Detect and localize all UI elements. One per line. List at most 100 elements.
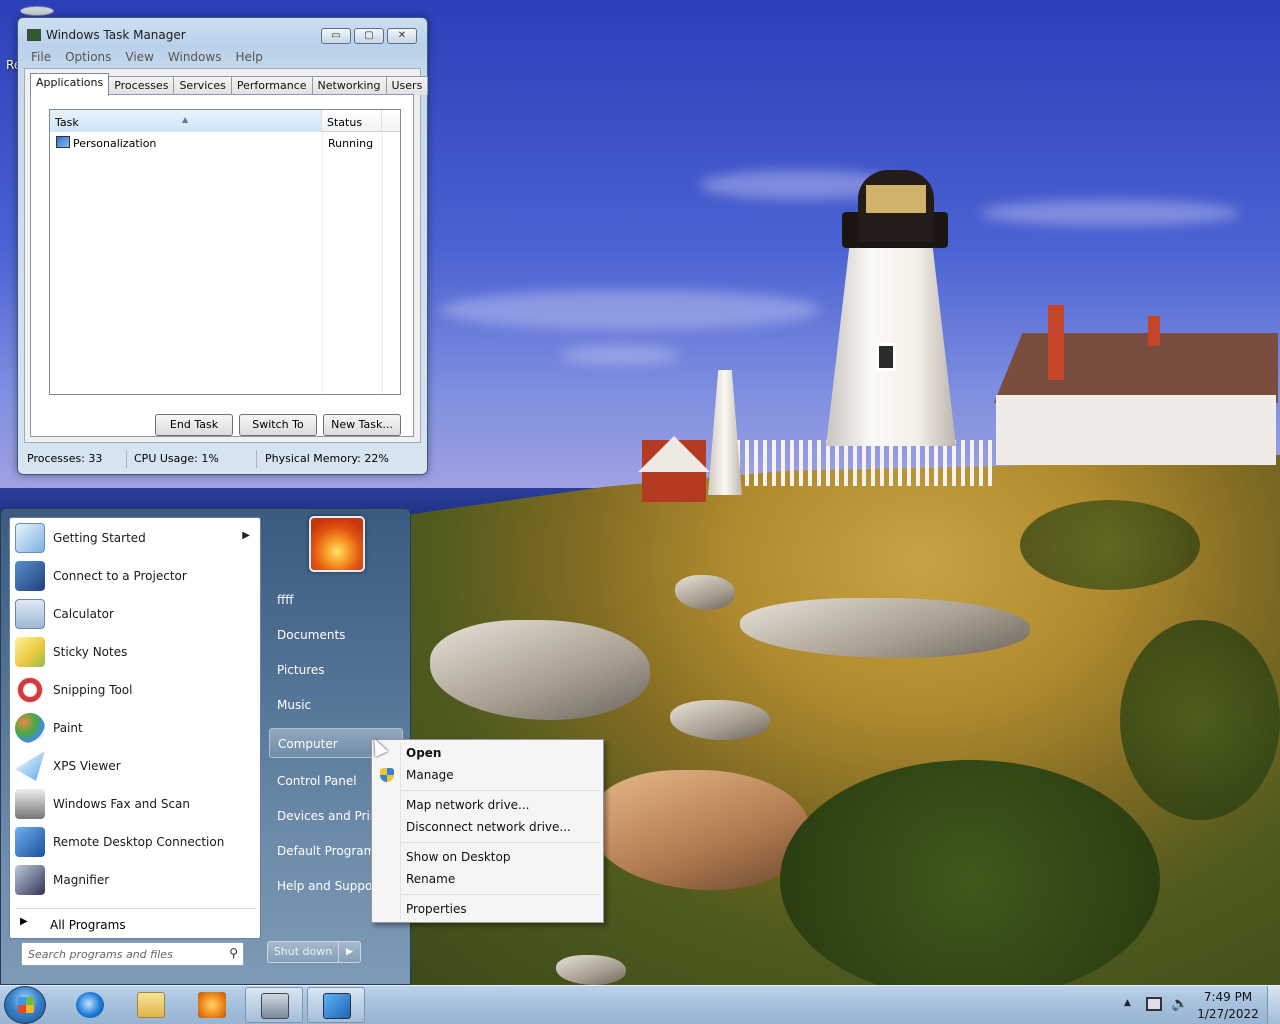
lighthouse-glass	[866, 185, 926, 213]
personalization-icon	[56, 136, 70, 148]
taskbar-task-manager[interactable]	[245, 987, 303, 1023]
menu-help[interactable]: Help	[228, 47, 269, 67]
column-header-task[interactable]: ▲ Task	[50, 110, 322, 132]
menu-item-open[interactable]: Open	[374, 742, 601, 764]
link-documents[interactable]: Documents	[269, 620, 403, 650]
table-row[interactable]: Personalization Running	[50, 134, 400, 152]
task-manager-window[interactable]: Windows Task Manager ▭ ▢ ✕ File Options …	[17, 17, 429, 475]
menu-item-map-drive[interactable]: Map network drive...	[374, 794, 601, 816]
house-chimney	[1148, 316, 1160, 346]
all-programs-button[interactable]: ▶ All Programs	[14, 912, 258, 936]
program-label: Sticky Notes	[53, 645, 128, 659]
tab-processes[interactable]: Processes	[108, 76, 175, 95]
menu-windows[interactable]: Windows	[161, 47, 229, 67]
tab-applications[interactable]: Applications	[30, 73, 110, 96]
internet-explorer-icon	[76, 992, 104, 1018]
status-bar: Processes: 33 CPU Usage: 1% Physical Mem…	[24, 448, 421, 470]
program-label: Paint	[53, 721, 83, 735]
task-status: Running	[328, 137, 374, 150]
tab-services[interactable]: Services	[173, 76, 232, 95]
taskbar-personalization[interactable]	[307, 987, 365, 1023]
task-list[interactable]: ▲ Task Status Personalization Running	[49, 109, 401, 395]
network-icon[interactable]	[1146, 997, 1162, 1011]
search-input[interactable]	[28, 946, 218, 962]
status-processes: Processes: 33	[27, 452, 103, 465]
start-button[interactable]	[4, 986, 46, 1024]
program-remote-desktop[interactable]: Remote Desktop Connection	[12, 824, 258, 860]
all-programs-label: All Programs	[50, 918, 126, 932]
tab-performance[interactable]: Performance	[230, 76, 313, 95]
close-button[interactable]: ✕	[387, 28, 417, 44]
task-manager-icon	[27, 29, 41, 41]
status-separator	[256, 450, 257, 468]
tab-networking[interactable]: Networking	[311, 76, 387, 95]
menu-item-manage[interactable]: Manage	[374, 764, 601, 786]
white-fence	[736, 440, 996, 486]
program-label: Snipping Tool	[53, 683, 133, 697]
program-sticky-notes[interactable]: Sticky Notes	[12, 634, 258, 670]
taskbar-media-player[interactable]	[183, 987, 241, 1023]
start-search-box[interactable]: ⚲	[21, 942, 244, 966]
program-xps-viewer[interactable]: XPS Viewer	[12, 748, 258, 784]
shut-down-button[interactable]: Shut down	[267, 941, 339, 963]
computer-context-menu: Open Manage Map network drive... Disconn…	[371, 739, 604, 923]
program-connect-projector[interactable]: Connect to a Projector	[12, 558, 258, 594]
task-name: Personalization	[73, 137, 157, 150]
program-label: XPS Viewer	[53, 759, 121, 773]
menu-item-properties[interactable]: Properties	[374, 898, 601, 920]
taskbar-internet-explorer[interactable]	[61, 987, 119, 1023]
shrubs	[780, 760, 1160, 985]
status-separator	[126, 450, 127, 468]
clock-time[interactable]: 7:49 PM	[1193, 990, 1263, 1004]
show-hidden-icons-button[interactable]: ▲	[1124, 998, 1131, 1008]
program-paint[interactable]: Paint	[12, 710, 258, 746]
cloud	[440, 290, 820, 330]
show-desktop-button[interactable]	[1267, 986, 1280, 1024]
maximize-button[interactable]: ▢	[354, 28, 384, 44]
house-roof	[994, 333, 1278, 403]
windows-logo-icon	[18, 997, 34, 1013]
menu-item-disconnect-drive[interactable]: Disconnect network drive...	[374, 816, 601, 838]
snipping-tool-icon	[15, 675, 45, 705]
program-label: Remote Desktop Connection	[53, 835, 225, 849]
new-task-button[interactable]: New Task...	[323, 414, 401, 436]
menu-view[interactable]: View	[118, 47, 160, 67]
menu-options[interactable]: Options	[58, 47, 118, 67]
program-label: Calculator	[53, 607, 114, 621]
status-cpu: CPU Usage: 1%	[134, 452, 219, 465]
recycle-bin-icon[interactable]	[20, 6, 54, 16]
program-fax-scan[interactable]: Windows Fax and Scan	[12, 786, 258, 822]
switch-to-button[interactable]: Switch To	[239, 414, 317, 436]
link-user-folder[interactable]: ffff	[269, 585, 403, 615]
end-task-button[interactable]: End Task	[155, 414, 233, 436]
getting-started-icon	[15, 523, 45, 553]
program-getting-started[interactable]: Getting Started ▶	[12, 520, 258, 556]
link-pictures[interactable]: Pictures	[269, 655, 403, 685]
program-calculator[interactable]: Calculator	[12, 596, 258, 632]
search-icon[interactable]: ⚲	[229, 946, 238, 960]
program-label: Magnifier	[53, 873, 110, 887]
shut-down-options-button[interactable]: ▶	[339, 941, 361, 963]
program-magnifier[interactable]: Magnifier	[12, 862, 258, 898]
menu-file[interactable]: File	[24, 47, 58, 67]
column-header-status[interactable]: Status	[322, 110, 382, 132]
menu-bar: File Options View Windows Help	[24, 47, 421, 67]
menu-item-show-desktop[interactable]: Show on Desktop	[374, 846, 601, 868]
shrubs	[1020, 500, 1200, 590]
volume-icon[interactable]: 🔊	[1171, 996, 1188, 1012]
lighthouse-window	[876, 343, 896, 371]
projector-icon	[15, 561, 45, 591]
tab-strip: Applications Processes Services Performa…	[30, 73, 429, 96]
taskbar-windows-explorer[interactable]	[122, 987, 180, 1023]
menu-item-rename[interactable]: Rename	[374, 868, 601, 890]
task-manager-icon	[261, 993, 289, 1019]
user-picture[interactable]	[309, 516, 365, 572]
program-snipping-tool[interactable]: Snipping Tool	[12, 672, 258, 708]
shrubs	[1120, 620, 1280, 820]
xps-viewer-icon	[15, 751, 45, 781]
link-music[interactable]: Music	[269, 690, 403, 720]
clock-date[interactable]: 1/27/2022	[1193, 1007, 1263, 1021]
minimize-button[interactable]: ▭	[321, 28, 351, 44]
column-task-label: Task	[55, 116, 79, 129]
tab-users[interactable]: Users	[385, 76, 429, 95]
